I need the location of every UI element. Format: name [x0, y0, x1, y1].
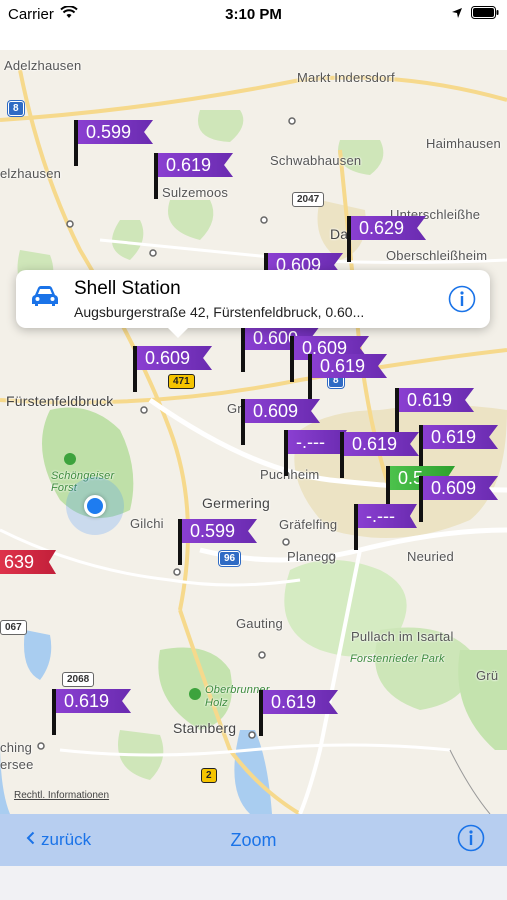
- legal-link[interactable]: Rechtl. Informationen: [14, 790, 109, 801]
- battery-icon: [471, 5, 499, 23]
- place-starnberg: Starnberg: [173, 720, 237, 736]
- place-gilching: Gilchi: [130, 516, 164, 531]
- road-shield-471: 471: [168, 374, 195, 389]
- toolbar-info-button[interactable]: [457, 824, 507, 857]
- place-adelzhausen: Adelzhausen: [4, 58, 82, 73]
- info-icon: [457, 824, 485, 856]
- road-shield-2047: 2047: [292, 192, 325, 207]
- place-neuried: Neuried: [407, 549, 454, 564]
- place-germering: Germering: [202, 495, 270, 511]
- wifi-icon: [60, 4, 78, 23]
- station-callout[interactable]: Shell Station Augsburgerstraße 42, Fürst…: [16, 270, 490, 338]
- place-gr: Gr: [227, 401, 242, 416]
- road-shield-2: 2: [201, 768, 217, 783]
- price-label: 0.619: [263, 690, 339, 714]
- place-elzhausen: elzhausen: [0, 166, 62, 181]
- price-label: -.---: [358, 504, 417, 528]
- place-oberschleissheim: Oberschleißheim: [386, 248, 488, 263]
- price-label: 0.599: [78, 120, 154, 144]
- price-label: -.---: [288, 430, 347, 454]
- back-label: zurück: [41, 830, 92, 849]
- info-icon[interactable]: [448, 285, 476, 318]
- road-shield-067: 067: [0, 620, 27, 635]
- place-markt-indersdorf: Markt Indersdorf: [297, 70, 395, 85]
- place-schwabhausen: Schwabhausen: [270, 153, 362, 168]
- price-label: 0.609: [423, 476, 499, 500]
- place-puchheim: Puchheim: [260, 467, 320, 482]
- place-planegg: Planegg: [287, 549, 337, 564]
- location-arrow-icon: [451, 6, 463, 23]
- road-shield-96: 96: [219, 551, 241, 566]
- price-label: 0.599: [182, 519, 258, 543]
- price-label: 0.609: [137, 346, 213, 370]
- user-location: [66, 477, 124, 535]
- place-gauting: Gauting: [236, 616, 283, 631]
- user-location-dot: [84, 495, 106, 517]
- price-label: 0.619: [312, 354, 388, 378]
- price-label: 0.619: [344, 432, 420, 456]
- carrier-label: Carrier: [8, 5, 54, 23]
- bottom-safe-area: [0, 866, 507, 900]
- car-icon: [30, 284, 60, 313]
- road-shield-8: 8: [8, 101, 24, 116]
- price-label: 0.619: [158, 153, 234, 177]
- bottom-toolbar: zurück Zoom: [0, 814, 507, 866]
- price-label: 0.629: [351, 216, 427, 240]
- price-label: 0.619: [399, 388, 475, 412]
- price-label: 0.619: [423, 425, 499, 449]
- clock: 3:10 PM: [225, 5, 282, 23]
- status-bar: Carrier 3:10 PM: [0, 0, 507, 28]
- place-forstenrieder-park: Forstenrieder Park: [350, 653, 445, 665]
- place-pullach: Pullach im Isartal: [351, 629, 454, 644]
- place-fuerstenfeldbruck: Fürstenfeldbruck: [6, 393, 114, 409]
- place-sulzemoos: Sulzemoos: [162, 185, 229, 200]
- place-ching: ching: [0, 740, 33, 755]
- place-gruen: Grü: [476, 668, 499, 683]
- place-ersee: ersee: [0, 757, 34, 772]
- road-shield-2068: 2068: [62, 672, 95, 687]
- zoom-button[interactable]: Zoom: [230, 830, 276, 850]
- station-address: Augsburgerstraße 42, Fürstenfeldbruck, 0…: [74, 304, 365, 320]
- chevron-left-icon: [26, 830, 35, 850]
- price-label: 0.619: [56, 689, 132, 713]
- price-label: 0.609: [245, 399, 321, 423]
- callout-pointer: [166, 326, 190, 338]
- station-name: Shell Station: [74, 278, 181, 299]
- back-button[interactable]: zurück: [0, 830, 91, 850]
- map-view[interactable]: Adelzhausen Markt Indersdorf Haimhausen …: [0, 50, 507, 814]
- place-graefelfing: Gräfelfing: [279, 517, 338, 532]
- place-haimhausen: Haimhausen: [426, 136, 501, 151]
- navigation-bar: [0, 28, 507, 50]
- price-label: 639: [0, 550, 57, 574]
